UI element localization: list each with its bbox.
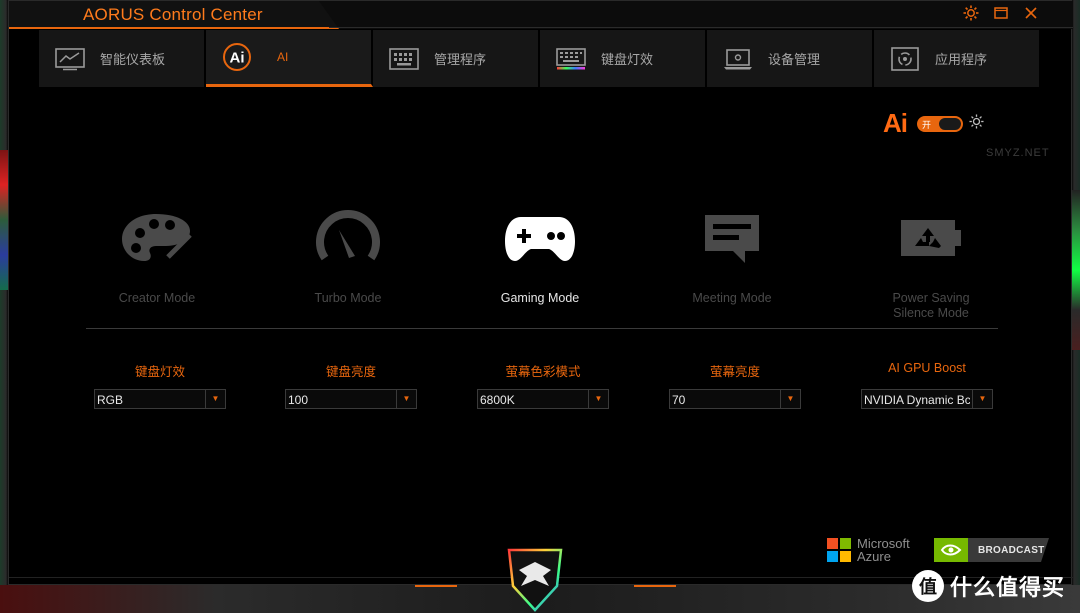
tab-label: 智能仪表板 bbox=[100, 52, 166, 67]
ai-settings-icon[interactable] bbox=[969, 114, 984, 133]
ai-toggle-group: Ai 开 bbox=[883, 108, 984, 139]
keyboard-lighting-select[interactable]: RGB ▼ bbox=[94, 389, 226, 409]
svg-text:Ai: Ai bbox=[230, 50, 245, 67]
apps-icon bbox=[889, 46, 921, 72]
ai-logo: Ai bbox=[883, 108, 908, 138]
mode-settings: 键盘灯效 RGB ▼ 键盘亮度 100 ▼ 萤幕色彩模式 6800K ▼ 萤幕亮… bbox=[93, 361, 1013, 411]
screen-brightness-select[interactable]: 70 ▼ bbox=[669, 389, 801, 409]
tab-device-management[interactable]: 设备管理 bbox=[707, 30, 874, 87]
tab-ai[interactable]: Ai AI bbox=[206, 30, 373, 87]
ai-toggle-switch[interactable]: 开 bbox=[917, 115, 963, 132]
mode-power-saving[interactable]: Power Saving Silence Mode bbox=[856, 205, 1006, 321]
setting-keyboard-brightness: 键盘亮度 100 ▼ bbox=[285, 361, 417, 409]
setting-label: 键盘亮度 bbox=[325, 365, 376, 379]
watermark: 值 什么值得买 bbox=[912, 570, 1065, 602]
select-value: RGB bbox=[97, 393, 124, 407]
nvidia-broadcast-text: BROADCAST bbox=[978, 544, 1045, 556]
tab-label: AI bbox=[277, 50, 289, 64]
tab-label: 管理程序 bbox=[434, 52, 487, 67]
mode-label: Turbo Mode bbox=[314, 291, 382, 305]
desktop-background-left bbox=[0, 150, 8, 290]
desktop-background-right bbox=[1072, 190, 1080, 350]
mode-label-line2: Silence Mode bbox=[893, 306, 969, 320]
tab-dashboard[interactable]: 智能仪表板 bbox=[39, 30, 206, 87]
title-bar[interactable]: AORUS Control Center bbox=[9, 1, 1073, 29]
setting-screen-color-mode: 萤幕色彩模式 6800K ▼ bbox=[477, 361, 609, 409]
bottom-accent-right bbox=[634, 585, 676, 587]
nvidia-icon bbox=[934, 538, 968, 562]
chevron-down-icon: ▼ bbox=[588, 390, 608, 408]
keyboard-brightness-select[interactable]: 100 ▼ bbox=[285, 389, 417, 409]
switch-knob bbox=[939, 117, 961, 130]
tab-applications[interactable]: 应用程序 bbox=[874, 30, 1041, 87]
azure-text: Azure bbox=[857, 549, 891, 564]
select-value: NVIDIA Dynamic Bc bbox=[864, 393, 970, 407]
palette-icon bbox=[82, 205, 232, 271]
microsoft-icon bbox=[827, 538, 851, 562]
setting-label: 萤幕色彩模式 bbox=[505, 365, 581, 379]
keyboard-rgb-icon bbox=[555, 46, 587, 72]
speedometer-icon bbox=[273, 205, 423, 271]
setting-ai-gpu-boost: AI GPU Boost NVIDIA Dynamic Bc ▼ bbox=[861, 361, 993, 409]
bottom-accent-left bbox=[415, 585, 457, 587]
settings-gear-icon[interactable] bbox=[963, 5, 979, 21]
select-value: 70 bbox=[672, 393, 686, 407]
mode-creator[interactable]: Creator Mode bbox=[82, 205, 232, 306]
chevron-down-icon: ▼ bbox=[205, 390, 225, 408]
main-tabs: 智能仪表板 Ai AI 管理程序 键盘灯效 设备管理 应用程序 bbox=[39, 30, 1043, 87]
ai-gpu-boost-select[interactable]: NVIDIA Dynamic Bc ▼ bbox=[861, 389, 993, 409]
microsoft-azure-logo: Microsoft Azure bbox=[827, 537, 910, 563]
mode-label: Power Saving Silence Mode bbox=[856, 291, 1006, 321]
keyboard-macro-icon bbox=[388, 46, 420, 72]
mode-turbo[interactable]: Turbo Mode bbox=[273, 205, 423, 306]
select-value: 100 bbox=[288, 393, 309, 407]
chevron-down-icon: ▼ bbox=[972, 390, 992, 408]
window-title: AORUS Control Center bbox=[83, 5, 263, 24]
tab-label: 应用程序 bbox=[935, 52, 988, 67]
mode-label: Meeting Mode bbox=[692, 291, 772, 305]
mode-meeting[interactable]: Meeting Mode bbox=[657, 205, 807, 306]
maximize-icon[interactable] bbox=[993, 5, 1009, 21]
dashboard-icon bbox=[54, 46, 86, 72]
gamepad-icon bbox=[465, 205, 615, 271]
ai-toggle-state: 开 bbox=[922, 119, 932, 130]
setting-screen-brightness: 萤幕亮度 70 ▼ bbox=[669, 361, 801, 409]
chevron-down-icon: ▼ bbox=[780, 390, 800, 408]
close-icon[interactable] bbox=[1023, 5, 1039, 21]
mode-gaming[interactable]: Gaming Mode bbox=[465, 205, 615, 306]
window-controls bbox=[963, 5, 1039, 21]
mode-label: Gaming Mode bbox=[500, 291, 580, 305]
setting-keyboard-lighting: 键盘灯效 RGB ▼ bbox=[94, 361, 226, 409]
laptop-icon bbox=[722, 46, 754, 72]
nvidia-broadcast-badge: BROADCAST bbox=[934, 538, 1049, 562]
screen-color-mode-select[interactable]: 6800K ▼ bbox=[477, 389, 609, 409]
select-value: 6800K bbox=[480, 393, 515, 407]
modes-divider bbox=[86, 328, 998, 329]
setting-label: 键盘灯效 bbox=[134, 365, 185, 379]
tab-label: 设备管理 bbox=[768, 52, 821, 67]
setting-label: AI GPU Boost bbox=[888, 361, 966, 375]
mode-label-line1: Power Saving bbox=[892, 291, 970, 305]
microsoft-azure-text: Microsoft Azure bbox=[857, 537, 910, 563]
ai-icon: Ai bbox=[221, 43, 253, 71]
chat-icon bbox=[657, 205, 807, 271]
watermark-side: SMYZ.NET bbox=[986, 147, 1050, 159]
aorus-crest-logo bbox=[505, 546, 565, 613]
chevron-down-icon: ▼ bbox=[396, 390, 416, 408]
tab-keyboard-lighting[interactable]: 键盘灯效 bbox=[540, 30, 707, 87]
setting-label: 萤幕亮度 bbox=[709, 365, 760, 379]
mode-label: Creator Mode bbox=[118, 291, 196, 305]
battery-recycle-icon bbox=[856, 205, 1006, 271]
title-divider bbox=[329, 27, 1073, 28]
tab-macro[interactable]: 管理程序 bbox=[373, 30, 540, 87]
ai-modes: Creator Mode Turbo Mode Gaming Mode Meet… bbox=[85, 205, 1045, 325]
tab-label: 键盘灯效 bbox=[601, 52, 654, 67]
watermark-text: 什么值得买 bbox=[950, 575, 1066, 600]
watermark-logo: 值 bbox=[912, 570, 944, 602]
aorus-control-center-window: AORUS Control Center 智能仪表板 Ai AI 管理程序 键盘… bbox=[8, 0, 1073, 587]
